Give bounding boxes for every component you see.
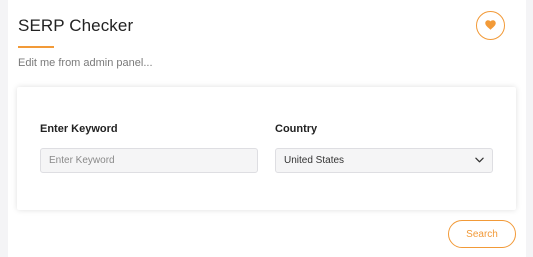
page-subtitle: Edit me from admin panel...: [18, 57, 153, 69]
title-underline: [18, 46, 54, 48]
country-label: Country: [275, 123, 318, 135]
keyword-input[interactable]: [40, 148, 258, 173]
country-select[interactable]: United States: [275, 148, 493, 173]
favorite-button[interactable]: [476, 11, 505, 40]
country-selected-value: United States: [284, 155, 345, 166]
search-form-card: Enter Keyword Country United States: [17, 87, 516, 210]
chevron-down-icon: [475, 155, 484, 166]
keyword-label: Enter Keyword: [40, 123, 118, 135]
page-title: SERP Checker: [18, 16, 134, 35]
heart-icon: [485, 17, 496, 35]
serp-checker-panel: SERP Checker Edit me from admin panel...…: [8, 0, 526, 257]
search-button[interactable]: Search: [448, 220, 516, 248]
